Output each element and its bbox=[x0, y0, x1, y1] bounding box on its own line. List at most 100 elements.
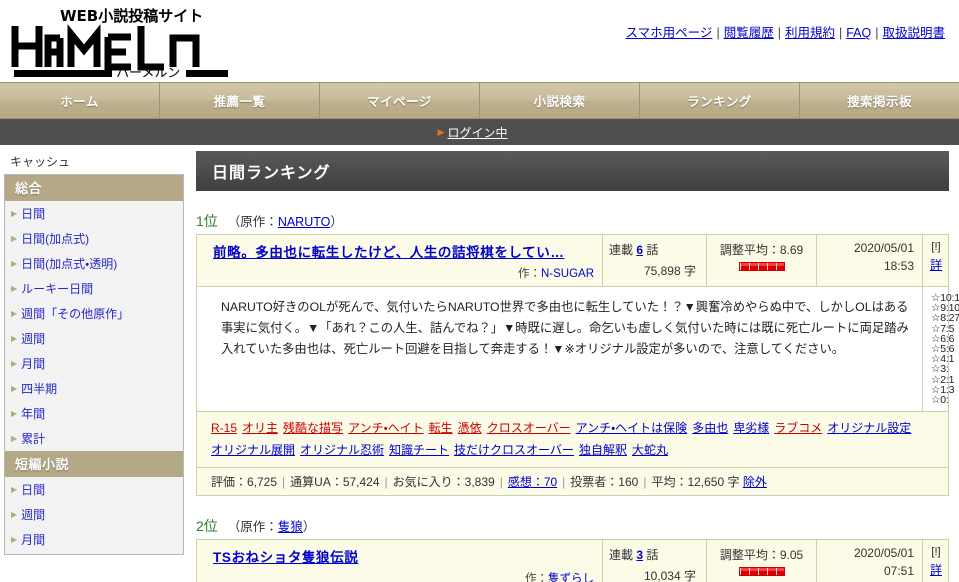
stat-unique-access: 通算UA：57,424 bbox=[290, 475, 380, 490]
novel-stats-row: 評価：6,725 | 通算UA：57,424 | お気に入り：3,839 | 感想：70 | 投… bbox=[196, 467, 949, 497]
link-separator: | bbox=[777, 26, 781, 40]
stat-exclude-link[interactable]: 除外 bbox=[743, 475, 767, 489]
origin-prefix: （原作： bbox=[227, 520, 278, 535]
sidebar-item-label: 月間 bbox=[21, 533, 46, 547]
nav-item-search-board[interactable]: 捜索掲示板 bbox=[800, 83, 959, 118]
origin-work: （原作：NARUTO） bbox=[228, 215, 343, 229]
sidebar-item-label: 年間 bbox=[21, 407, 46, 421]
ranking-entry-2: 2位 （原作：隻狼） TSおねショタ隻狼伝説 作：隻ずらし 連載 3 話 10,0… bbox=[196, 516, 949, 582]
novel-title-link[interactable]: 前略。多由也に転生したけど、人生の詰将棋をしてい… bbox=[213, 245, 564, 260]
stat-impressions-link[interactable]: 感想：70 bbox=[508, 475, 557, 489]
tag-link[interactable]: アンチ・ヘイトは保険 bbox=[576, 421, 688, 435]
triangle-right-icon: ▶ bbox=[11, 308, 18, 318]
stat-rating: 評価：6,725 bbox=[211, 475, 278, 490]
sidebar-group-heading-general: 総合 bbox=[5, 175, 183, 201]
novel-detail-cell: [!] 詳 bbox=[922, 539, 949, 582]
score-label: 調整平均：9.05 bbox=[719, 548, 804, 563]
tag-link[interactable]: オリジナル設定 bbox=[827, 421, 911, 435]
triangle-right-icon: ▶ bbox=[11, 408, 18, 418]
novel-episodes-cell: 連載 6 話 75,898 字 bbox=[602, 234, 707, 287]
sidebar-item-general-daily-points-clear[interactable]: ▶ 日間(加点式・透明) bbox=[5, 251, 183, 276]
stat-separator: | bbox=[499, 475, 503, 490]
nav-item-ranking[interactable]: ランキング bbox=[640, 83, 800, 118]
histogram-row: ☆0: bbox=[931, 394, 949, 406]
sidebar-item-general-quarterly[interactable]: ▶ 四半期 bbox=[5, 376, 183, 401]
sidebar-item-general-daily-points[interactable]: ▶ 日間(加点式) bbox=[5, 226, 183, 251]
novel-tags: R-15 オリ主 残酷な描写 アンチ・ヘイト 転生 憑依 クロスオーバー アンチ・ヘイトは保険… bbox=[196, 411, 949, 469]
novel-detail-link[interactable]: 詳 bbox=[926, 253, 946, 273]
tag-link[interactable]: 技だけクロスオーバー bbox=[454, 443, 574, 457]
sidebar-item-label: 日間(加点式・透明) bbox=[21, 257, 118, 271]
novel-detail-link[interactable]: 詳 bbox=[926, 558, 946, 578]
link-separator: | bbox=[838, 26, 843, 40]
tag-link[interactable]: 残酷な描写 bbox=[283, 421, 343, 435]
update-time: 18:53 bbox=[883, 259, 914, 273]
sidebar-item-general-cumulative[interactable]: ▶ 累計 bbox=[5, 426, 183, 451]
triangle-right-icon: ▶ bbox=[11, 333, 18, 343]
svg-text:WEB小説投稿サイト: WEB小説投稿サイト bbox=[60, 7, 203, 25]
origin-link[interactable]: 隻狼 bbox=[278, 520, 303, 534]
sidebar-item-short-daily[interactable]: ▶ 日間 bbox=[5, 477, 183, 502]
triangle-right-icon: ▶ bbox=[11, 258, 18, 268]
tag-link[interactable]: 憑依 bbox=[458, 421, 482, 435]
triangle-right-icon: ▶ bbox=[11, 509, 18, 519]
sidebar-item-label: 日間 bbox=[21, 483, 46, 497]
episodes-count-link[interactable]: 6 bbox=[636, 243, 643, 257]
tag-link[interactable]: オリジナル忍術 bbox=[300, 443, 384, 457]
tag-link[interactable]: R-15 bbox=[211, 421, 237, 435]
svg-text:ハーメルン: ハーメルン bbox=[116, 66, 180, 78]
tag-link[interactable]: 多由也 bbox=[692, 421, 728, 435]
author-link[interactable]: N-SUGAR bbox=[541, 268, 594, 280]
ranking-entry-1: 1位 （原作：NARUTO） 前略。多由也に転生したけど、人生の詰将棋をしてい… … bbox=[196, 211, 959, 497]
utility-link-smartphone[interactable]: スマホ用ページ bbox=[626, 26, 713, 40]
tag-link[interactable]: 大蛇丸 bbox=[632, 443, 668, 457]
link-separator: | bbox=[875, 26, 879, 40]
sidebar-item-general-yearly[interactable]: ▶ 年間 bbox=[5, 401, 183, 426]
novel-episodes-cell: 連載 3 話 10,034 字 bbox=[602, 539, 707, 582]
novel-tags-row: R-15 オリ主 残酷な描写 アンチ・ヘイト 転生 憑依 クロスオーバー アンチ・ヘイトは保険… bbox=[196, 411, 949, 469]
tag-link[interactable]: 知識チート bbox=[389, 443, 449, 457]
sidebar-item-general-weekly-other[interactable]: ▶ 週間「その他原作」 bbox=[5, 301, 183, 326]
utility-link-faq[interactable]: FAQ bbox=[846, 26, 871, 40]
sidebar-item-general-weekly[interactable]: ▶ 週間 bbox=[5, 326, 183, 351]
utility-link-manual[interactable]: 取扱説明書 bbox=[882, 26, 945, 40]
episodes-count-link[interactable]: 3 bbox=[636, 548, 643, 562]
tag-link[interactable]: オリジナル展開 bbox=[211, 443, 295, 457]
update-date: 2020/05/01 bbox=[853, 546, 914, 561]
novel-title-link[interactable]: TSおねショタ隻狼伝説 bbox=[213, 550, 358, 565]
author-link[interactable]: 隻ずらし bbox=[548, 573, 594, 582]
sidebar-item-general-daily[interactable]: ▶ 日間 bbox=[5, 201, 183, 226]
login-status-link[interactable]: ログイン中 bbox=[447, 124, 507, 141]
novel-header-row: TSおねショタ隻狼伝説 作：隻ずらし 連載 3 話 10,034 字 調整平均：… bbox=[196, 539, 949, 582]
novel-stats: 評価：6,725 | 通算UA：57,424 | お気に入り：3,839 | 感想：70 | 投… bbox=[196, 467, 949, 497]
origin-link[interactable]: NARUTO bbox=[278, 215, 331, 229]
tag-link[interactable]: 卑劣様 bbox=[733, 421, 769, 435]
tag-link[interactable]: ラブコメ bbox=[774, 421, 822, 435]
tag-link[interactable]: クロスオーバー bbox=[487, 421, 571, 435]
nav-item-mypage[interactable]: マイページ bbox=[320, 83, 480, 118]
sidebar-item-label: 日間 bbox=[21, 207, 46, 221]
utility-link-history[interactable]: 閲覧履歴 bbox=[724, 26, 774, 40]
origin-work: （原作：隻狼） bbox=[228, 520, 316, 534]
site-logo[interactable]: WEB小説投稿サイト ハーメルン bbox=[8, 4, 238, 81]
rank-label: 2位 bbox=[196, 518, 218, 535]
episodes-prefix: 連載 bbox=[609, 243, 634, 257]
sidebar-item-general-rookie-daily[interactable]: ▶ ルーキー日間 bbox=[5, 276, 183, 301]
tag-link[interactable]: オリ主 bbox=[242, 421, 278, 435]
nav-item-recommendations[interactable]: 推薦一覧 bbox=[160, 83, 320, 118]
sidebar-item-label: 四半期 bbox=[21, 382, 58, 396]
sidebar-item-short-monthly[interactable]: ▶ 月間 bbox=[5, 527, 183, 552]
sidebar-item-general-monthly[interactable]: ▶ 月間 bbox=[5, 351, 183, 376]
tag-link[interactable]: アンチ・ヘイト bbox=[348, 421, 424, 435]
tag-link[interactable]: 独自解釈 bbox=[579, 443, 627, 457]
episodes-suffix: 話 bbox=[646, 548, 659, 563]
nav-item-home[interactable]: ホーム bbox=[0, 83, 160, 118]
main-navigation: ホーム 推薦一覧 マイページ 小説検索 ランキング 捜索掲示板 bbox=[0, 82, 959, 119]
tag-link[interactable]: 転生 bbox=[429, 421, 453, 435]
triangle-right-icon: ▶ bbox=[437, 126, 445, 137]
utility-link-terms[interactable]: 利用規約 bbox=[785, 26, 835, 40]
login-status-bar: ▶ ログイン中 bbox=[0, 119, 959, 145]
sidebar-item-short-weekly[interactable]: ▶ 週間 bbox=[5, 502, 183, 527]
nav-item-novel-search[interactable]: 小説検索 bbox=[480, 83, 640, 118]
origin-prefix: （原作： bbox=[227, 215, 278, 229]
